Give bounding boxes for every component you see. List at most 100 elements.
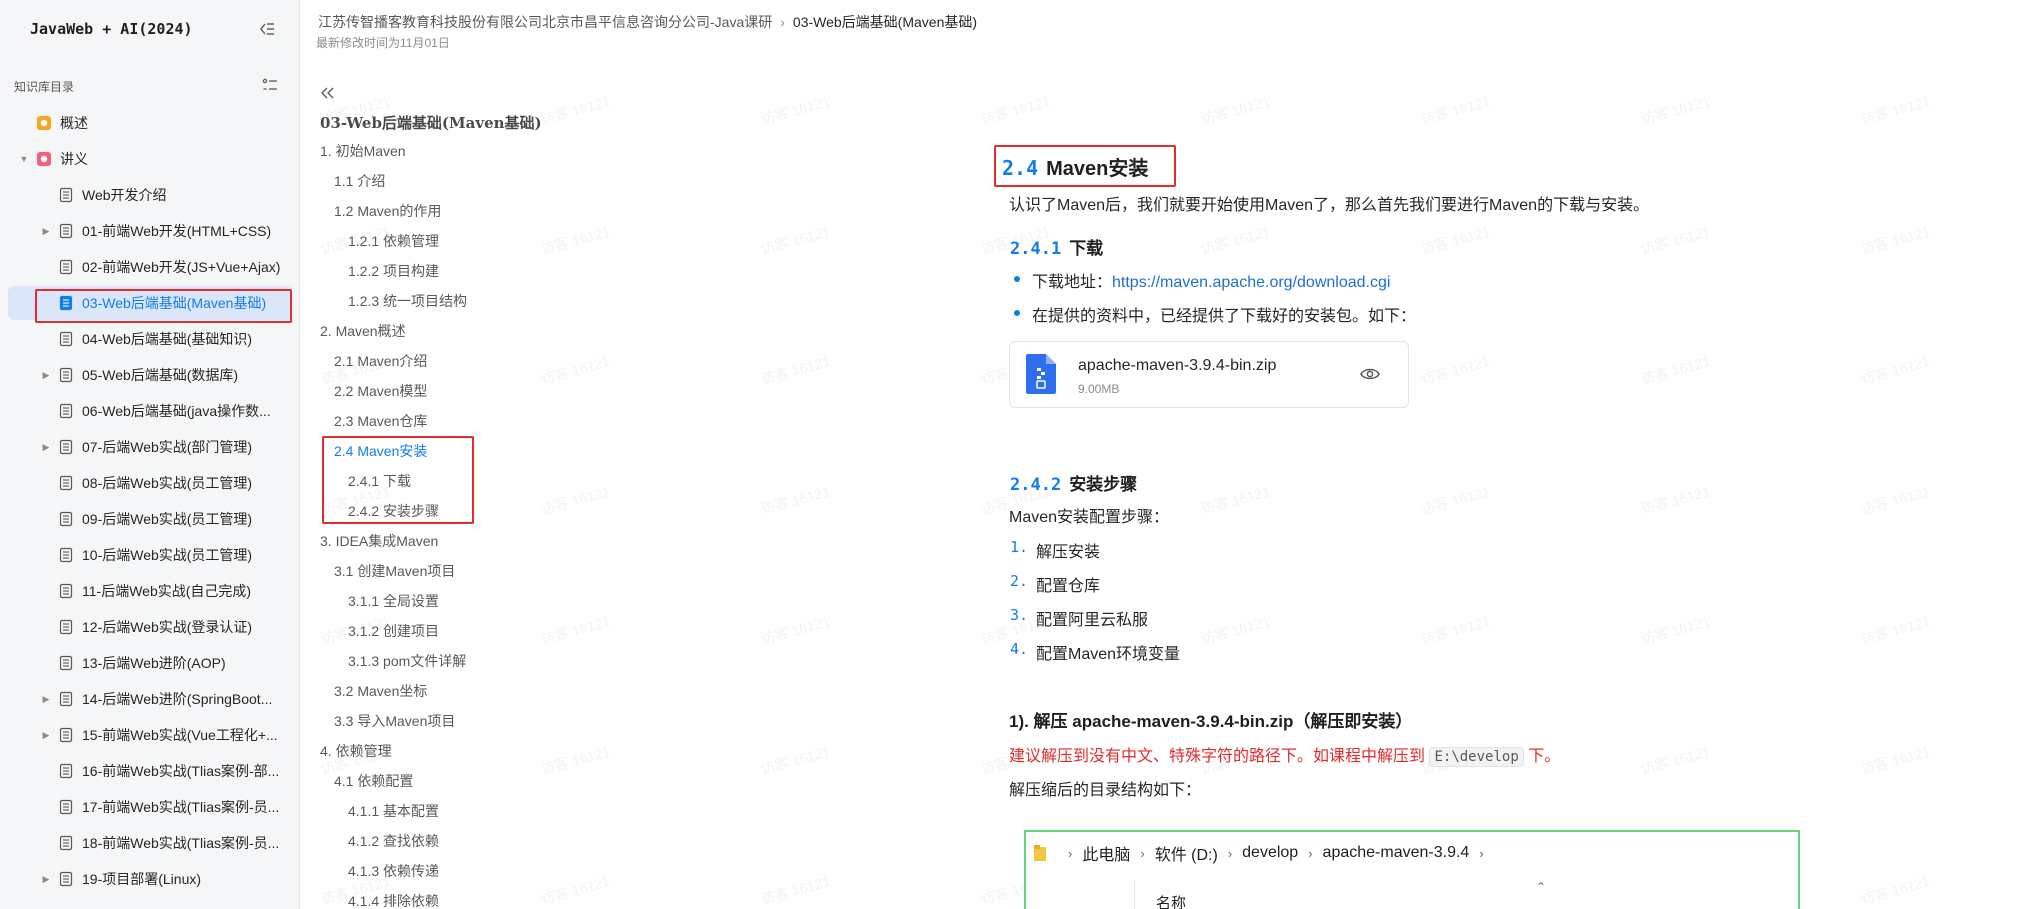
doc-icon [59,187,73,203]
sidebar-item[interactable]: 08-后端Web实战(员工管理) [0,465,300,501]
sidebar-item[interactable]: ▶ 05-Web后端基础(数据库) [0,357,300,393]
outline-item[interactable]: 2.4 Maven安装 [320,441,467,471]
sidebar-item[interactable]: 03-Web后端基础(Maven基础) [0,285,300,321]
sidebar-item[interactable]: ▶ 07-后端Web实战(部门管理) [0,429,300,465]
outline-item[interactable]: 3.3 导入Maven项目 [320,711,467,741]
watermark-text: 访客 16121 [1419,223,1492,257]
watermark-text: 访客 16121 [1199,93,1272,127]
outline-item[interactable]: 4.1.2 查找依赖 [320,831,467,861]
overview-icon [37,116,51,130]
outline-item[interactable]: 3.1.3 pom文件详解 [320,651,467,681]
caret-placeholder [40,513,52,525]
outline-item[interactable]: 1.2 Maven的作用 [320,201,467,231]
outline-item[interactable]: 1.1 介绍 [320,171,467,201]
sidebar-item[interactable]: Web开发介绍 [0,177,300,213]
sidebar-item[interactable]: 13-后端Web进阶(AOP) [0,645,300,681]
path-chevron-icon: › [1140,845,1145,861]
step-item: 3. 配置阿里云私服 [1010,606,1148,630]
outline-item[interactable]: 2.2 Maven模型 [320,381,467,411]
sidebar-item-label: 09-后端Web实战(员工管理) [82,511,253,527]
toc-list-mode-icon[interactable] [262,77,278,93]
sidebar-item[interactable]: 17-前端Web实战(Tlias案例-员... [0,789,300,825]
breadcrumb-current[interactable]: 03-Web后端基础(Maven基础) [793,14,977,30]
attachment-file-name[interactable]: apache-maven-3.9.4-bin.zip [1078,357,1276,375]
sidebar-item[interactable]: 06-Web后端基础(java操作数... [0,393,300,429]
knowledge-base-title[interactable]: JavaWeb + AI(2024) [30,20,193,38]
caret-right-icon[interactable]: ▶ [40,225,52,237]
sidebar-item[interactable]: 16-前端Web实战(Tlias案例-部... [0,753,300,789]
outline-item[interactable]: 3.1.2 创建项目 [320,621,467,651]
watermark-text: 访客 16121 [759,873,832,907]
caret-right-icon[interactable]: ▶ [40,693,52,705]
caret-right-icon[interactable]: ▶ [40,441,52,453]
outline-item[interactable]: 4.1.4 排除依赖 [320,891,467,909]
outline-item[interactable]: 3.1.1 全局设置 [320,591,467,621]
outline-item[interactable]: 1. 初始Maven [320,141,467,171]
caret-down-icon[interactable]: ▼ [18,153,30,165]
explorer-column-name: 名称 [1156,895,1187,909]
sidebar-item[interactable]: ▶ 14-后端Web进阶(SpringBoot... [0,681,300,717]
outline-item[interactable]: 2.1 Maven介绍 [320,351,467,381]
sidebar-item[interactable]: 09-后端Web实战(员工管理) [0,501,300,537]
sidebar-item[interactable]: ▶ 01-前端Web开发(HTML+CSS) [0,213,300,249]
warning-text: 建议解压到没有中文、特殊字符的路径下。如课程中解压到 E:\develop 下。 [1009,742,1560,767]
step-text: 配置Maven环境变量 [1036,646,1181,663]
doc-icon [59,763,73,779]
watermark-text: 访客 16121 [1199,223,1272,257]
caret-placeholder [40,189,52,201]
outline-item[interactable]: 3.2 Maven坐标 [320,681,467,711]
outline-item[interactable]: 4.1 依赖配置 [320,771,467,801]
outline-item[interactable]: 2. Maven概述 [320,321,467,351]
warning-prefix: 建议解压到没有中文、特殊字符的路径下。如课程中解压到 [1009,748,1426,765]
sidebar-item-label: 讲义 [60,151,88,167]
steps-intro: Maven安装配置步骤： [1009,509,1170,526]
outline-item[interactable]: 2.3 Maven仓库 [320,411,467,441]
intro-paragraph: 认识了Maven后，我们就要开始使用Maven了，那么首先我们要进行Maven的… [1009,197,1650,214]
outline-item[interactable]: 2.4.2 安装步骤 [320,501,467,531]
sidebar-item[interactable]: ▼ 讲义 [0,141,300,177]
sidebar-item[interactable]: 12-后端Web实战(登录认证) [0,609,300,645]
watermark-text: 访客 16121 [1859,743,1932,777]
sidebar-item[interactable]: ▶ 15-前端Web实战(Vue工程化+... [0,717,300,753]
sidebar-item[interactable]: 18-前端Web实战(Tlias案例-员... [0,825,300,861]
outline-item[interactable]: 1.2.1 依赖管理 [320,231,467,261]
watermark-text: 访客 16121 [1419,613,1492,647]
sidebar-item-label: 07-后端Web实战(部门管理) [82,439,253,455]
outline-item[interactable]: 4.1.1 基本配置 [320,801,467,831]
outline-item[interactable]: 3.1 创建Maven项目 [320,561,467,591]
caret-right-icon[interactable]: ▶ [40,729,52,741]
caret-right-icon[interactable]: ▶ [40,369,52,381]
outline-item[interactable]: 4. 依赖管理 [320,741,467,771]
outline-title[interactable]: 03-Web后端基础(Maven基础) [320,112,542,133]
attachment-card[interactable]: apache-maven-3.9.4-bin.zip 9.00MB [1009,341,1409,408]
watermark-text: 访客 16121 [539,873,612,907]
breadcrumb-separator: › [780,14,785,30]
caret-placeholder [40,297,52,309]
sidebar-item[interactable]: 04-Web后端基础(基础知识) [0,321,300,357]
sidebar-item[interactable]: 10-后端Web实战(员工管理) [0,537,300,573]
doc-icon [59,259,73,275]
maven-download-link[interactable]: https://maven.apache.org/download.cgi [1112,274,1390,291]
breadcrumb-parent[interactable]: 江苏传智播客教育科技股份有限公司北京市昌平信息咨询分公司-Java课研 [318,14,772,30]
sidebar-item[interactable]: 02-前端Web开发(JS+Vue+Ajax) [0,249,300,285]
outline-item[interactable]: 1.2.2 项目构建 [320,261,467,291]
collapse-sidebar-icon[interactable] [258,20,276,38]
doc-icon [59,547,73,563]
sidebar-item-label: 13-后端Web进阶(AOP) [82,655,226,671]
sidebar-item[interactable]: 概述 [0,105,300,141]
watermark-text: 访客 16121 [1419,483,1492,517]
outline-item[interactable]: 4.1.3 依赖传递 [320,861,467,891]
outline-item[interactable]: 3. IDEA集成Maven [320,531,467,561]
collapse-outline-icon[interactable] [318,84,336,102]
caret-right-icon[interactable]: ▶ [40,873,52,885]
watermark-text: 访客 16121 [1639,483,1712,517]
outline-item[interactable]: 2.4.1 下载 [320,471,467,501]
caret-placeholder [40,621,52,633]
sidebar-item[interactable]: ▶ 19-项目部署(Linux) [0,861,300,897]
step-number: 2. [1010,572,1029,590]
sidebar-item[interactable]: 11-后端Web实战(自己完成) [0,573,300,609]
outline-item[interactable]: 1.2.3 统一项目结构 [320,291,467,321]
doc-icon [59,619,73,635]
preview-eye-icon[interactable] [1360,366,1380,382]
doc-icon [59,223,73,239]
